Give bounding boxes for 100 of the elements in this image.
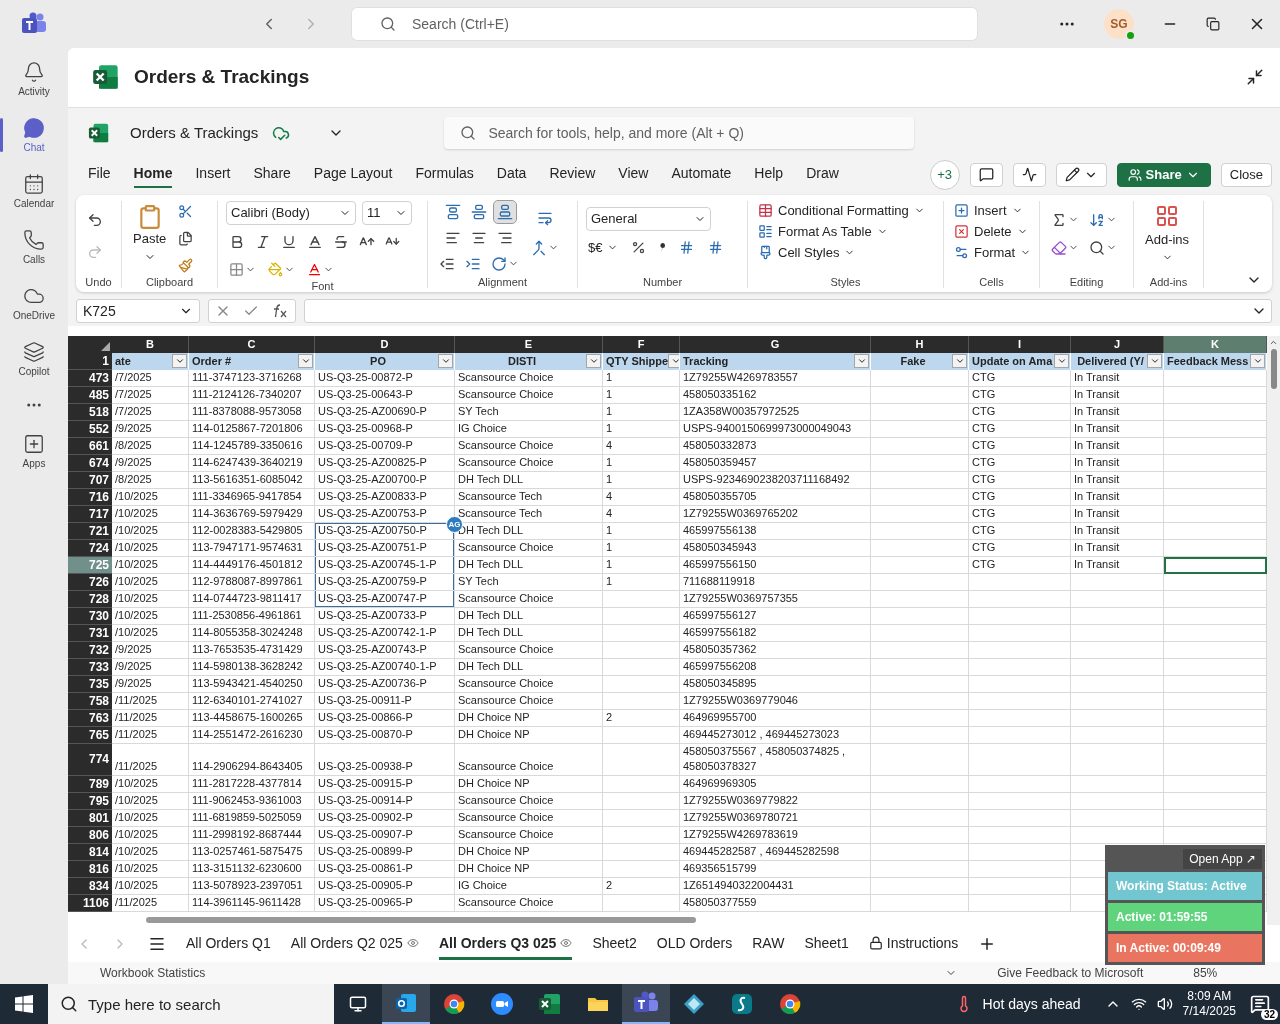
eye-icon xyxy=(406,937,419,950)
comments-button[interactable] xyxy=(969,162,1003,187)
table-cell: /10/2025 xyxy=(112,522,189,540)
network-icon[interactable] xyxy=(1130,996,1147,1012)
rail-item[interactable]: Calendar xyxy=(2,166,66,216)
menu-tab[interactable]: View xyxy=(618,161,649,189)
menu-tab[interactable]: Page Layout xyxy=(313,161,393,189)
menu-tab[interactable]: Home xyxy=(133,161,173,189)
table-cell: /10/2025 xyxy=(112,843,189,861)
table-cell: 114-0125867-7201806 xyxy=(189,420,315,438)
table-cell: In Transit xyxy=(1071,505,1164,523)
sheet-tab[interactable]: Instructions xyxy=(868,927,959,961)
sheet-tab[interactable]: Sheet2 xyxy=(592,927,637,961)
feedback-link[interactable]: Give Feedback to Microsoft xyxy=(997,966,1144,980)
menu-tab[interactable]: Share xyxy=(253,161,291,189)
sheet-tab[interactable]: OLD Orders xyxy=(656,927,733,961)
collapse-icon[interactable] xyxy=(1246,68,1264,87)
table-cell: 2 xyxy=(603,877,680,895)
table-cell: US-Q3-25-00902-P xyxy=(315,809,455,827)
taskbar-search[interactable]: Type here to search xyxy=(48,984,334,1024)
sheet-tab[interactable]: All Orders Q1 xyxy=(186,927,271,961)
column-letter[interactable]: E xyxy=(455,335,603,353)
vertical-scrollbar[interactable] xyxy=(1267,335,1280,926)
styles-button[interactable]: Cell Styles xyxy=(756,242,858,262)
add-ins-button[interactable]: Add-ins xyxy=(1142,200,1193,250)
sheet-tab[interactable]: All Orders Q2 025 xyxy=(290,927,419,961)
table-cell: US-Q3-25-00861-P xyxy=(315,860,455,878)
table-cell: US-Q3-25-AZ00745-1-P xyxy=(315,556,455,574)
name-box[interactable]: K725 xyxy=(76,298,200,323)
open-app-button[interactable]: Open App ↗ xyxy=(1183,849,1262,869)
table-cell: 1 xyxy=(603,403,680,421)
column-letter[interactable]: D xyxy=(315,335,455,353)
column-letter[interactable]: C xyxy=(189,335,315,353)
styles-button[interactable]: Format As Table xyxy=(756,221,890,241)
activity-button[interactable] xyxy=(1012,162,1046,187)
column-letter[interactable]: H xyxy=(871,335,969,353)
table-cell: 458050357362 xyxy=(680,641,871,659)
table-cell: 1Z79255W4269783557 xyxy=(680,369,871,387)
table-cell: /11/2025 xyxy=(112,726,189,744)
styles-button[interactable]: Conditional Formatting xyxy=(756,200,927,220)
rail-item[interactable]: Calls xyxy=(2,222,66,272)
menu-tab[interactable]: Draw xyxy=(806,161,839,189)
rail-item[interactable]: Activity xyxy=(2,54,66,104)
zoom-level[interactable]: 85% xyxy=(1193,966,1218,980)
table-cell: /9/2025 xyxy=(112,420,189,438)
clock[interactable]: 8:09 AM 7/14/2025 xyxy=(1182,989,1236,1019)
table-cell: /9/2025 xyxy=(112,641,189,659)
cells-button[interactable]: Delete xyxy=(952,221,1030,241)
close-button[interactable]: Close xyxy=(1220,162,1272,187)
table-cell: 113-3151132-6230600 xyxy=(189,860,315,878)
table-cell: US-Q3-25-AZ00700-P xyxy=(315,471,455,489)
avatar[interactable]: SG xyxy=(1104,9,1134,39)
currency-button[interactable]: $€ xyxy=(586,237,621,257)
column-letter[interactable]: G xyxy=(680,335,871,353)
search-field[interactable]: Search for tools, help, and more (Alt + Q) xyxy=(444,116,915,149)
menu-tab[interactable]: Help xyxy=(754,161,784,189)
font-select[interactable]: Calibri (Body) xyxy=(226,200,356,225)
filter-button[interactable] xyxy=(668,354,679,369)
table-cell: Scansource Choice xyxy=(455,692,603,710)
rail-item[interactable]: OneDrive xyxy=(2,278,66,328)
share-button[interactable]: Share xyxy=(1116,162,1211,187)
column-letter[interactable]: J xyxy=(1071,335,1164,353)
table-cell: DH Choice NP xyxy=(455,709,603,727)
insert-icon xyxy=(954,202,969,218)
menu-tab[interactable]: Automate xyxy=(671,161,732,189)
column-letter[interactable]: I xyxy=(969,335,1071,353)
search-field[interactable]: Search (Ctrl+E) xyxy=(352,8,977,40)
menu-tab[interactable]: Data xyxy=(496,161,527,189)
sheet-tab[interactable]: Sheet1 xyxy=(804,927,849,961)
select-all-corner[interactable] xyxy=(68,335,112,353)
table-cell: DH Tech DLL xyxy=(455,471,603,489)
rail-item[interactable]: Copilot xyxy=(2,334,66,384)
column-letter[interactable]: F xyxy=(603,335,680,353)
sheet-tab[interactable]: RAW xyxy=(752,927,785,961)
size-select[interactable]: 11 xyxy=(362,200,412,225)
group-label: Clipboard xyxy=(144,275,195,288)
cells-button[interactable]: Format xyxy=(952,242,1034,262)
menu-tab[interactable]: Review xyxy=(549,161,596,189)
group-label: Styles xyxy=(829,275,862,288)
formula-field[interactable] xyxy=(304,298,1272,323)
table-cell: 111-9062453-9361003 xyxy=(189,792,315,810)
editing-button[interactable] xyxy=(1055,162,1107,187)
volume-icon[interactable] xyxy=(1156,996,1173,1012)
selected-cell[interactable] xyxy=(1164,556,1267,574)
menu-tab[interactable]: Insert xyxy=(195,161,231,189)
menu-tab[interactable]: Formulas xyxy=(415,161,474,189)
row-header[interactable]: 774 xyxy=(68,743,112,776)
table-cell: 458050375567 , 458050374825 , 458050378327 xyxy=(680,743,871,776)
restore-icon[interactable] xyxy=(1206,17,1220,31)
paste-button[interactable]: Paste xyxy=(130,200,170,249)
collaborators-button[interactable]: +3 xyxy=(929,159,960,190)
rail-item[interactable]: Apps xyxy=(2,426,66,476)
column-letter[interactable]: K xyxy=(1164,335,1267,353)
workbook-name: Orders & Trackings xyxy=(130,124,259,142)
number-format-select[interactable]: General xyxy=(586,206,711,231)
rail-item[interactable]: Chat xyxy=(2,110,66,160)
menu-tab[interactable]: File xyxy=(88,161,111,189)
bottom-align-button[interactable] xyxy=(494,200,516,223)
column-letter[interactable]: B xyxy=(112,335,189,353)
cells-button[interactable]: Insert xyxy=(952,200,1025,220)
